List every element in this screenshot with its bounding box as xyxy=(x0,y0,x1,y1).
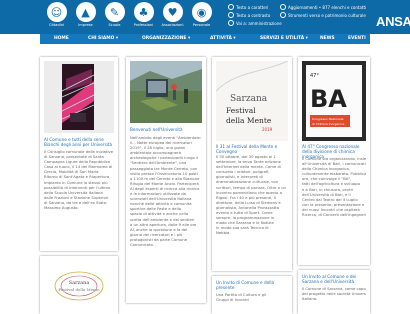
option-updates[interactable]: Aggiornamenti • 877 elenchi e contatti xyxy=(280,4,366,10)
radio-icon xyxy=(228,12,234,18)
radio-icon xyxy=(228,20,234,26)
svg-text:Sarzana: Sarzana xyxy=(230,94,268,104)
congress-poster: 47° BA Congresso Nazionale di Chimica In… xyxy=(302,61,366,141)
card-title[interactable]: Un Invito di Comune e della presente xyxy=(216,280,288,290)
audience-shortcuts: ☺ Cittadini ▲ Imprese ✎ Scuola ♣ Profess… xyxy=(44,2,218,27)
professions-icon: ♣ xyxy=(133,2,154,22)
news-card[interactable]: Al Comune e tutti della serie Bianchi de… xyxy=(40,57,118,251)
festival-poster: Sarzana Festival della Mente 2019 xyxy=(216,61,288,141)
card-title[interactable]: Il 31 al Festival della Mente e Convegno xyxy=(216,144,288,154)
news-card[interactable]: 47° BA Congresso Nazionale di Chimica In… xyxy=(298,57,370,265)
radio-icon xyxy=(280,4,286,10)
card-body: Nell'ambito degli eventi "Ambientale: il… xyxy=(130,135,202,247)
site-header: ☺ Cittadini ▲ Imprese ✎ Scuola ♣ Profess… xyxy=(0,0,410,34)
landscape-photo xyxy=(130,61,202,123)
card-body: Il Comune sta organizzando, insieme all'… xyxy=(302,156,366,218)
svg-text:BA: BA xyxy=(310,85,347,113)
svg-text:di Chimica Inorganica: di Chimica Inorganica xyxy=(312,122,345,126)
svg-text:della Mente: della Mente xyxy=(226,116,272,125)
brand-logo[interactable]: ANSA xyxy=(376,14,410,29)
card-image-artwork xyxy=(44,61,114,133)
option-contrast[interactable]: Testo a contrasto xyxy=(228,12,270,18)
staff-icon: ◉ xyxy=(191,2,212,22)
option-text-size[interactable]: Testo a caratteri xyxy=(228,4,268,10)
associations-icon: ♥ xyxy=(162,2,183,22)
svg-text:2019: 2019 xyxy=(262,127,273,132)
svg-text:47°: 47° xyxy=(310,73,319,79)
shortcut-personale[interactable]: ◉ Personale xyxy=(189,2,214,27)
person-icon: ☺ xyxy=(46,2,67,22)
shortcut-scuola[interactable]: ✎ Scuola xyxy=(102,2,127,27)
svg-text:Festival: Festival xyxy=(226,106,256,115)
card-image-landscape xyxy=(130,61,202,123)
nav-organizzazione[interactable]: ORGANIZZAZIONE ▾ xyxy=(142,36,190,41)
shortcut-associazioni[interactable]: ♥ Associazioni xyxy=(160,2,185,27)
card-title[interactable]: Benvenuti nell'Università xyxy=(130,127,202,132)
school-icon: ✎ xyxy=(104,2,125,22)
festival-logo-image: Sarzana Festival della Mente xyxy=(54,271,104,301)
option-admin[interactable]: Vai a: amministrazione xyxy=(228,20,282,26)
card-title[interactable]: Un Invito al Comune e dei Sarzana e dell… xyxy=(302,274,366,284)
news-card[interactable]: Benvenuti nell'Università Nell'ambito de… xyxy=(126,57,206,303)
radio-icon xyxy=(228,4,234,10)
nav-eventi[interactable]: EVENTI xyxy=(348,36,366,41)
svg-text:Congresso Nazionale: Congresso Nazionale xyxy=(312,117,344,121)
business-icon: ▲ xyxy=(75,2,96,22)
nav-home[interactable]: HOME xyxy=(54,36,69,41)
nav-chi-siamo[interactable]: CHI SIAMO ▾ xyxy=(88,36,118,41)
svg-text:Sarzana: Sarzana xyxy=(69,280,90,286)
news-card[interactable]: Un Invito al Comune e dei Sarzana e dell… xyxy=(298,270,370,314)
news-card[interactable]: Sarzana Festival della Mente xyxy=(40,256,118,314)
radio-icon xyxy=(280,12,286,18)
shortcut-imprese[interactable]: ▲ Imprese xyxy=(73,2,98,27)
card-image-festival-poster: Sarzana Festival della Mente 2019 xyxy=(216,61,288,141)
card-image-congress-poster: 47° BA Congresso Nazionale di Chimica In… xyxy=(302,61,366,141)
news-card[interactable]: Un Invito di Comune e della presente Una… xyxy=(212,276,292,314)
card-body: Il Consiglio comunale delle iniziative d… xyxy=(44,149,114,211)
option-culture[interactable]: Strumenti verso e patrimonio culturale xyxy=(280,12,366,18)
shortcut-cittadini[interactable]: ☺ Cittadini xyxy=(44,2,69,27)
shortcut-professioni[interactable]: ♣ Professioni xyxy=(131,2,156,27)
news-card[interactable]: Sarzana Festival della Mente 2019 Il 31 … xyxy=(212,57,292,271)
card-body: Una Partita di Cultura e gli Gruppi di I… xyxy=(216,292,267,303)
nav-servizi[interactable]: SERVIZI E UTILITÀ ▾ xyxy=(260,36,308,41)
card-title[interactable]: Al Comune e tutti della serie Bianchi de… xyxy=(44,137,114,147)
main-nav: HOME CHI SIAMO ▾ ORGANIZZAZIONE ▾ ATTIVI… xyxy=(40,34,370,44)
svg-text:Festival della Mente: Festival della Mente xyxy=(58,287,100,292)
card-body: Il 30 ottobre, dal 30 agosto al 1 settem… xyxy=(216,154,286,236)
nav-news[interactable]: NEWS xyxy=(320,36,335,41)
card-image-logo: Sarzana Festival della Mente xyxy=(44,260,114,314)
card-body: Il Comune di Sarzana, come capolista del… xyxy=(302,286,366,302)
nav-attivita[interactable]: ATTIVITÀ ▾ xyxy=(210,36,236,41)
artwork-image xyxy=(44,61,114,133)
